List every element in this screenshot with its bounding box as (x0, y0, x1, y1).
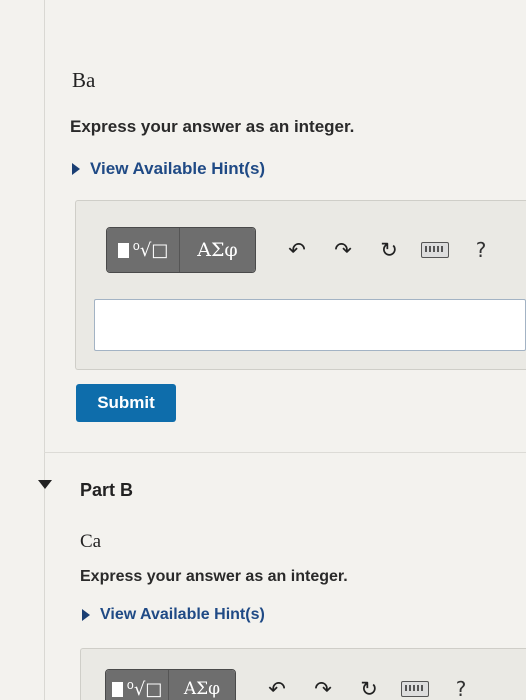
caret-right-icon (82, 609, 90, 621)
help-icon[interactable]: ? (438, 667, 484, 700)
view-hints-link-b[interactable]: View Available Hint(s) (82, 606, 265, 624)
toolbar-button-group-b: ⁰√□ ΑΣφ (105, 669, 236, 700)
radical-template-icon: ⁰√□ (132, 239, 169, 261)
caret-right-icon (72, 163, 80, 175)
help-icon[interactable]: ? (458, 228, 504, 272)
reset-icon[interactable]: ↻ (346, 667, 392, 700)
math-toolbar: ⁰√□ ΑΣφ ↶ ↷ ↻ ? (106, 227, 504, 273)
view-hints-link[interactable]: View Available Hint(s) (72, 159, 265, 179)
toolbar-button-group: ⁰√□ ΑΣφ (106, 227, 256, 273)
section-divider (44, 452, 526, 453)
keyboard-icon (421, 242, 449, 258)
part-b-title[interactable]: Part B (80, 480, 133, 501)
undo-icon[interactable]: ↶ (254, 667, 300, 700)
box-icon (111, 681, 123, 697)
symbols-button-b[interactable]: ΑΣφ (169, 670, 235, 700)
math-toolbar-b: ⁰√□ ΑΣφ ↶ ↷ ↻ ? (105, 667, 484, 700)
element-symbol-b: Ca (80, 531, 102, 552)
answer-input[interactable] (94, 299, 526, 351)
reset-icon[interactable]: ↻ (366, 228, 412, 272)
templates-button[interactable]: ⁰√□ (107, 228, 180, 272)
answer-panel-b: ⁰√□ ΑΣφ ↶ ↷ ↻ ? (80, 648, 526, 700)
collapse-caret-icon[interactable] (38, 480, 52, 489)
symbols-button[interactable]: ΑΣφ (180, 228, 255, 272)
view-hints-label: View Available Hint(s) (90, 159, 266, 178)
page: Ba Express your answer as an integer. Vi… (0, 0, 526, 700)
view-hints-label-b: View Available Hint(s) (100, 606, 265, 623)
left-rule (44, 0, 45, 700)
templates-button-b[interactable]: ⁰√□ (106, 670, 169, 700)
element-symbol: Ba (72, 68, 96, 92)
redo-icon[interactable]: ↷ (320, 228, 366, 272)
keyboard-icon (401, 681, 429, 697)
redo-icon[interactable]: ↷ (300, 667, 346, 700)
submit-button[interactable]: Submit (76, 384, 176, 422)
box-icon (117, 242, 129, 258)
radical-template-icon: ⁰√□ (126, 678, 163, 700)
keyboard-button-b[interactable] (392, 667, 438, 700)
answer-panel: ⁰√□ ΑΣφ ↶ ↷ ↻ ? (75, 200, 526, 370)
instruction-text-b: Express your answer as an integer. (80, 568, 348, 585)
keyboard-button[interactable] (412, 228, 458, 272)
instruction-text: Express your answer as an integer. (70, 117, 355, 136)
undo-icon[interactable]: ↶ (274, 228, 320, 272)
